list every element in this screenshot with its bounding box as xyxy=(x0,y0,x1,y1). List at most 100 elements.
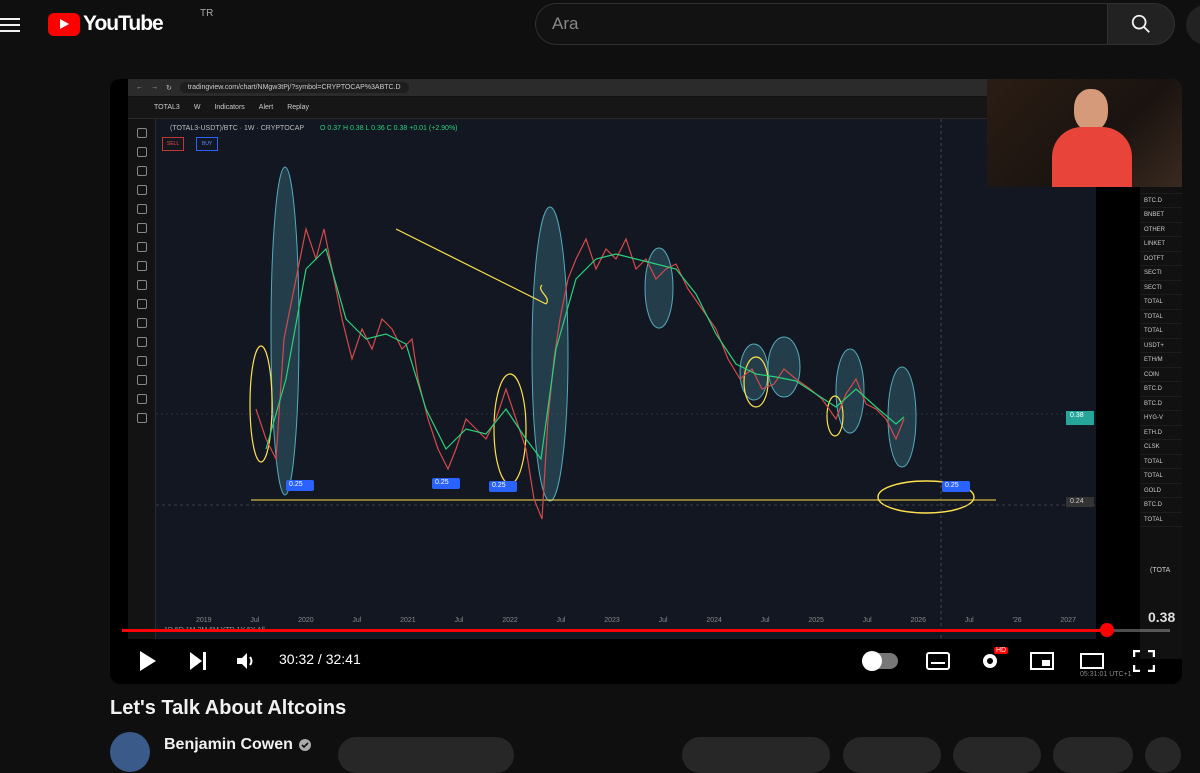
fullscreen-icon xyxy=(1133,650,1155,672)
time-axis-label: 2027 xyxy=(1060,617,1076,624)
watchlist-item: BNBET xyxy=(1140,208,1182,223)
time-axis-label: 2026 xyxy=(910,617,927,624)
alert-label: Alert xyxy=(258,104,274,111)
level-tag: 0.25 xyxy=(492,482,506,489)
watchlist-item: GOLD xyxy=(1140,484,1182,498)
drawing-toolbar xyxy=(128,119,156,639)
watchlist-item: TOTAL xyxy=(1140,310,1182,324)
play-logo-icon xyxy=(48,12,80,36)
save-button[interactable] xyxy=(1053,737,1133,773)
watchlist-item: CLSK xyxy=(1140,440,1182,455)
theater-button[interactable] xyxy=(1078,647,1106,675)
time-separator: / xyxy=(314,651,326,667)
price-label-support: 0.24 xyxy=(1070,498,1084,505)
search-box[interactable] xyxy=(535,3,1108,45)
next-button[interactable] xyxy=(184,647,212,675)
watchlist-item: BTC.D xyxy=(1140,382,1182,397)
scrubber-handle[interactable] xyxy=(1100,623,1115,637)
price-label-current: 0.38 xyxy=(1070,412,1084,419)
channel-name[interactable]: Benjamin Cowen xyxy=(164,736,293,754)
time-axis-label: Jul xyxy=(556,617,566,624)
url-text: tradingview.com/chart/NMgw3tPj/?symbol=C… xyxy=(179,82,409,93)
interval-label: W xyxy=(193,104,201,111)
play-icon xyxy=(140,651,156,671)
watchlist-item: SECTI xyxy=(1140,266,1182,281)
watchlist-item: USDT+ xyxy=(1140,339,1182,353)
miniplayer-icon xyxy=(1030,652,1054,670)
progress-bar[interactable] xyxy=(122,623,1170,637)
play-button[interactable] xyxy=(134,647,162,675)
watchlist-item: TOTAL xyxy=(1140,295,1182,310)
watchlist-item: TOTAL xyxy=(1140,469,1182,484)
time-axis-label: 2021 xyxy=(400,617,416,624)
watchlist-item: HYG-V xyxy=(1140,411,1182,426)
subscribe-button[interactable] xyxy=(338,737,514,773)
search-button[interactable] xyxy=(1107,3,1175,45)
search-input[interactable] xyxy=(536,4,1108,44)
autoplay-toggle-knob xyxy=(862,651,882,671)
time-axis-label: 2019 xyxy=(196,617,212,624)
watchlist-panel: OTHERBTC.DBNBETOTHERLINKETDOTFTSECTISECT… xyxy=(1140,179,1182,659)
time-axis: 2019 Jul 2020 Jul 2021 Jul 2022 Jul 2023 Jul 2024 J… xyxy=(196,617,1076,624)
search-icon xyxy=(1131,14,1150,33)
verified-icon xyxy=(298,739,311,751)
clip-button[interactable] xyxy=(953,737,1041,773)
volume-icon xyxy=(237,653,253,669)
duration: 32:41 xyxy=(325,651,361,667)
time-axis-label: Jul xyxy=(352,617,362,624)
watchlist-item: BTC.D xyxy=(1140,194,1182,208)
settings-button[interactable]: HD xyxy=(976,647,1009,675)
video-title: Let's Talk About Altcoins xyxy=(110,697,347,719)
watchlist-item: TOTAL xyxy=(1140,324,1182,339)
player-controls: 30:32 / 32:41 HD xyxy=(110,641,1182,681)
subtitles-button[interactable] xyxy=(924,647,952,675)
symbol-label: TOTAL3 xyxy=(154,104,180,111)
watchlist-item: ETH.D xyxy=(1140,426,1182,440)
channel-owner: Benjamin Cowen xyxy=(110,732,312,772)
next-icon xyxy=(190,652,206,670)
webcam-overlay xyxy=(987,79,1182,187)
time-axis-label: 2025 xyxy=(808,617,824,624)
time-axis-label: 2022 xyxy=(502,617,518,624)
time-axis-label: Jul xyxy=(862,617,872,624)
hd-badge: HD xyxy=(994,647,1009,654)
watchlist-item: OTHER xyxy=(1140,223,1182,237)
time-axis-label: Jul xyxy=(658,617,668,624)
level-tag: 0.25 xyxy=(945,482,959,489)
miniplayer-button[interactable] xyxy=(1028,647,1056,675)
progress-fill xyxy=(122,629,1108,632)
menu-icon[interactable] xyxy=(0,14,22,34)
time-axis-label: Jul xyxy=(250,617,260,624)
watchlist-item: BTC.D xyxy=(1140,397,1182,411)
like-button[interactable] xyxy=(682,737,830,773)
autoplay-toggle[interactable] xyxy=(862,651,898,671)
tradingview-chart: (TOTAL3-USDT)/BTC · 1W · CRYPTOCAP O 0.3… xyxy=(156,119,1096,639)
back-icon: ← xyxy=(136,84,143,91)
masthead: YouTube TR xyxy=(0,0,1200,50)
time-axis-label: 2024 xyxy=(706,617,722,624)
price-chart-svg xyxy=(156,119,1096,639)
time-display: 30:32 / 32:41 xyxy=(279,651,361,667)
time-axis-label: 2023 xyxy=(604,617,620,624)
subtitles-icon xyxy=(926,652,950,670)
level-tag: 0.25 xyxy=(435,479,449,486)
country-code: TR xyxy=(200,8,214,19)
presenter-image xyxy=(1052,87,1132,187)
fullscreen-button[interactable] xyxy=(1130,647,1158,675)
level-tag: 0.25 xyxy=(289,481,303,488)
mute-button[interactable] xyxy=(232,647,260,675)
watchlist-item: LINKET xyxy=(1140,237,1182,252)
youtube-logo[interactable]: YouTube TR xyxy=(48,8,213,36)
share-button[interactable] xyxy=(843,737,941,773)
avatar[interactable] xyxy=(110,732,150,772)
time-axis-label: Jul xyxy=(454,617,464,624)
voice-search-button[interactable] xyxy=(1186,5,1200,45)
more-button[interactable] xyxy=(1145,737,1181,773)
side-price: 0.38 xyxy=(1148,609,1176,625)
time-axis-label: '26 xyxy=(1012,617,1022,624)
video-player[interactable]: ← → ↻ tradingview.com/chart/NMgw3tPj/?sy… xyxy=(110,79,1182,684)
watchlist-item: SECTI xyxy=(1140,281,1182,295)
reload-icon: ↻ xyxy=(166,84,172,92)
watchlist-item: TOTAL xyxy=(1140,455,1182,469)
watchlist-item: DOTFT xyxy=(1140,252,1182,266)
